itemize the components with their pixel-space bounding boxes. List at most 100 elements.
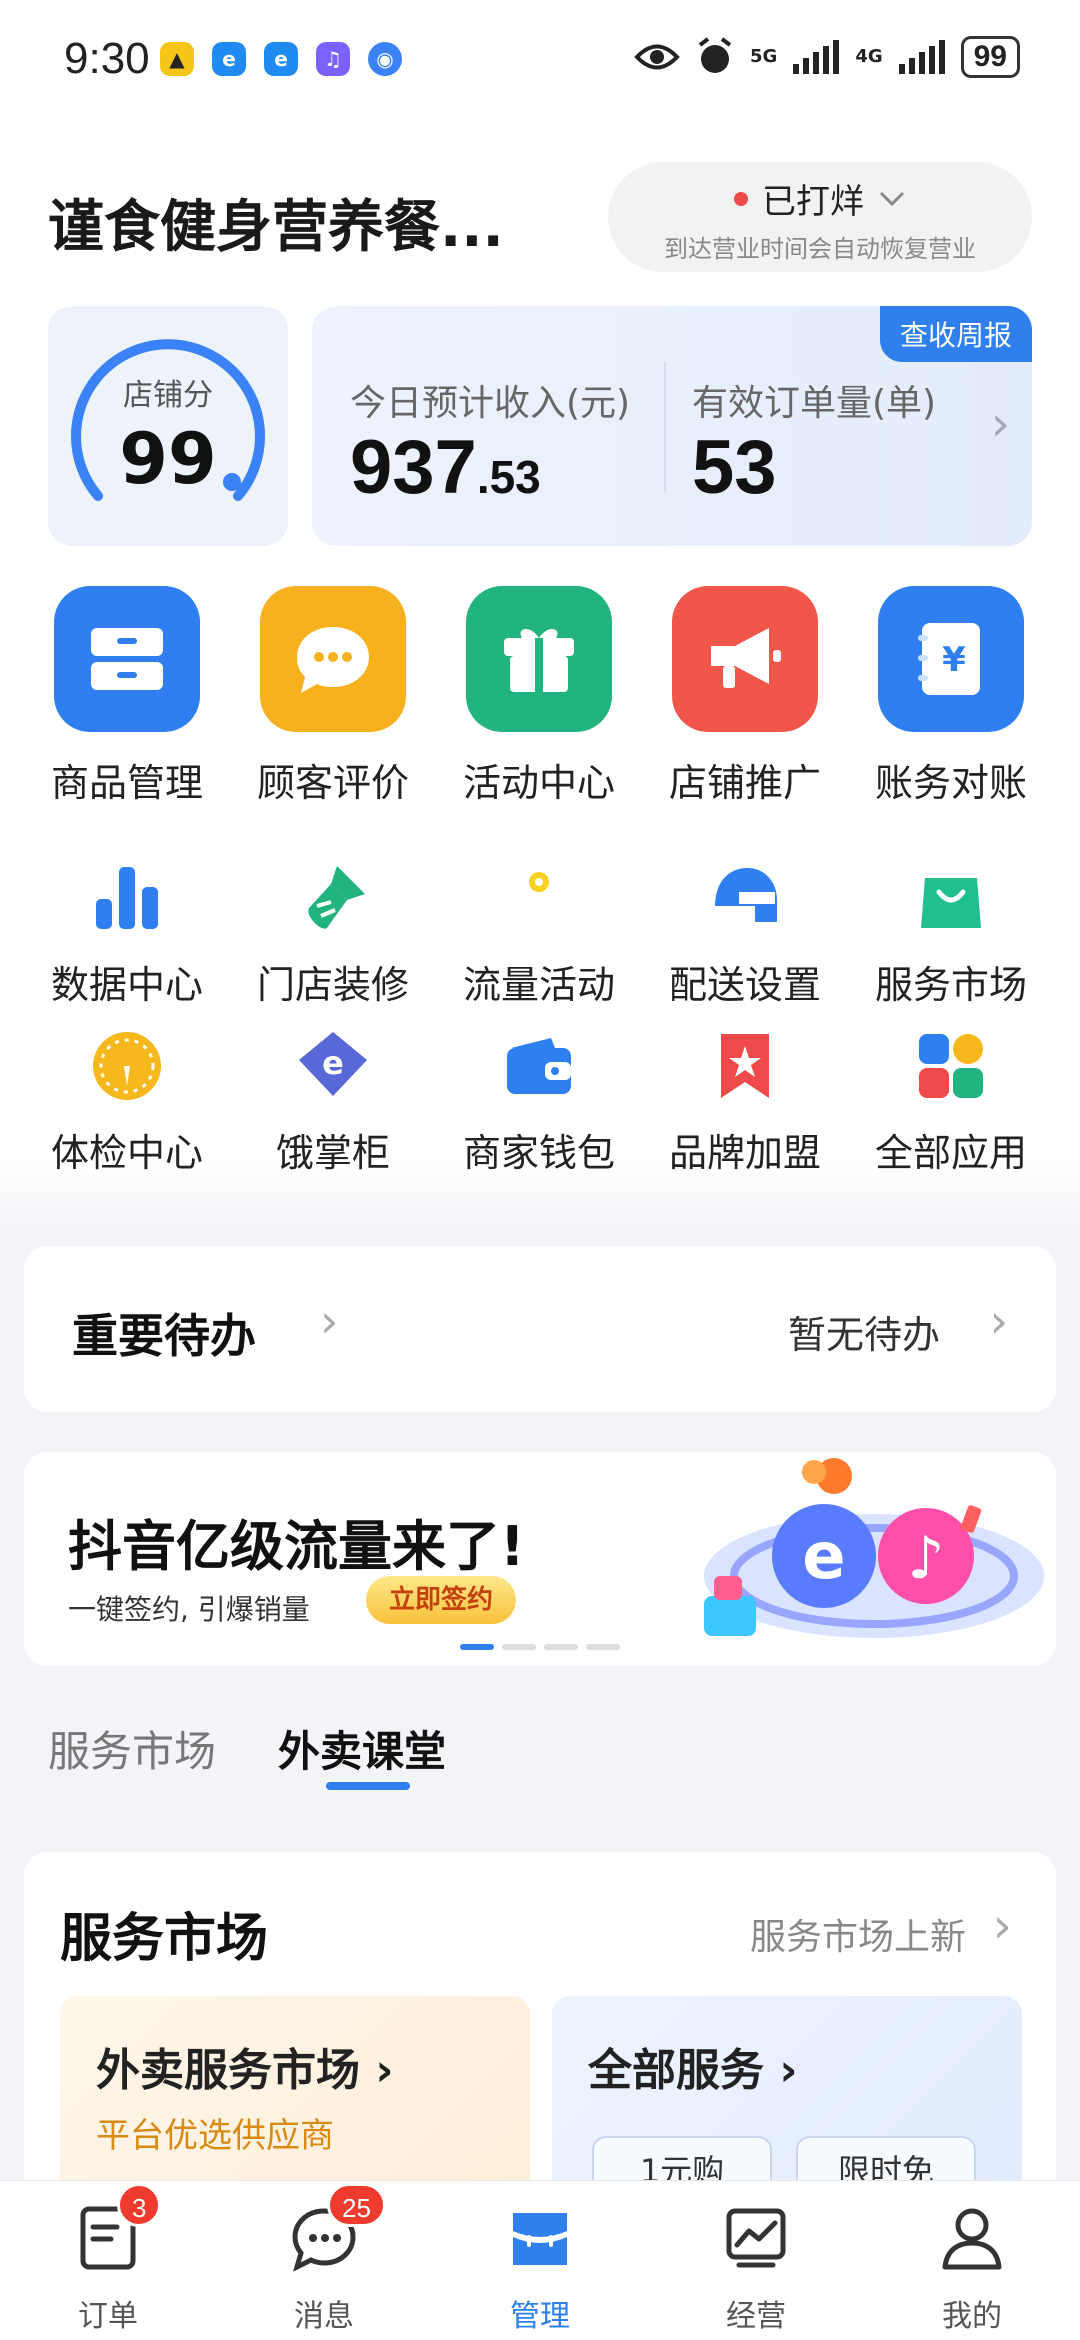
store-status-pill[interactable]: 已打烊 到达营业时间会自动恢复营业 (608, 162, 1032, 272)
user-profile-icon (937, 2203, 1007, 2273)
ledger-yuan-icon: ¥ (878, 586, 1024, 732)
gauge-icon (87, 1026, 167, 1106)
tool-activity-center[interactable]: 活动中心 (436, 586, 642, 807)
orders-badge: 3 (117, 2183, 162, 2227)
nav-orders[interactable]: 3 订单 (38, 2183, 178, 2335)
network-5g-label: 5G (750, 46, 778, 67)
nav-label: 经营 (726, 2299, 786, 2334)
income-summary-card[interactable]: 查收周报 今日预计收入(元) 937.53 有效订单量(单) 53 › (312, 306, 1032, 546)
nav-label: 管理 (510, 2299, 570, 2334)
nav-manage[interactable]: 管理 (470, 2203, 610, 2335)
nav-label: 订单 (78, 2299, 138, 2334)
chevron-down-icon (879, 191, 905, 206)
chevron-right-icon: › (779, 2045, 798, 2096)
tool-label: 服务市场 (874, 963, 1027, 1007)
status-time: 9:30 (64, 34, 150, 83)
takeout-service-market-desc: 平台优选供应商 (96, 2116, 334, 2156)
globe-app-icon: ◉ (368, 42, 402, 76)
sign-now-button[interactable]: 立即签约 (366, 1576, 516, 1624)
banner-dot-active (460, 1644, 494, 1650)
banner-title: 抖音亿级流量来了! (68, 1515, 525, 1578)
orders-value: 53 (692, 425, 777, 510)
eleme-app-icon: e (212, 42, 246, 76)
active-tab-indicator (326, 1782, 410, 1790)
takeout-service-market-title: 外卖服务市场 › (96, 2034, 393, 2098)
orders-label: 有效订单量(单) (692, 383, 937, 424)
store-status-hint: 到达营业时间会自动恢复营业 (664, 235, 976, 263)
tool-label: 账务对账 (874, 761, 1027, 805)
gift-icon (466, 586, 612, 732)
bee-app-icon: ▲ (160, 42, 194, 76)
alarm-icon (698, 37, 732, 73)
trend-chart-icon (721, 2203, 791, 2273)
chevron-right-icon: › (992, 1898, 1012, 1954)
all-services-title: 全部服务 › (588, 2034, 797, 2098)
nav-messages[interactable]: 25 消息 (254, 2183, 394, 2335)
income-label: 今日预计收入(元) (350, 383, 631, 424)
nav-operations[interactable]: 经营 (686, 2203, 826, 2335)
tool-delivery-settings[interactable]: 配送设置 (642, 858, 848, 1009)
takeout-service-market-label: 外卖服务市场 (96, 2045, 360, 2096)
signal-icon-2 (898, 40, 945, 74)
important-todo-card[interactable]: 重要待办 › 暂无待办 › (24, 1246, 1056, 1412)
messages-badge: 25 (327, 2183, 386, 2227)
chat-bubble-icon (260, 586, 406, 732)
store-manage-icon (505, 2203, 575, 2273)
signal-icon (793, 40, 840, 74)
nav-mine[interactable]: 我的 (902, 2203, 1042, 2335)
tool-store-decoration[interactable]: 门店装修 (230, 858, 436, 1009)
music-app-icon: ♫ (316, 42, 350, 76)
tool-label: 品牌加盟 (668, 1131, 821, 1175)
tool-label: 数据中心 (50, 963, 203, 1007)
svg-text:e: e (322, 1044, 344, 1082)
stat-divider (664, 362, 666, 492)
tool-traffic-activity[interactable]: 流量活动 (436, 858, 642, 1009)
tab-takeout-class[interactable]: 外卖课堂 (278, 1718, 446, 1779)
promo-banner[interactable]: 抖音亿级流量来了! 一键签约, 引爆销量 立即签约 e ♪ (24, 1452, 1056, 1666)
service-market-title: 服务市场 (60, 1909, 269, 1969)
tool-service-market[interactable]: 服务市场 (848, 858, 1054, 1009)
product-drawer-icon (54, 586, 200, 732)
todo-title: 重要待办 (72, 1309, 256, 1363)
store-status-label: 已打烊 (762, 182, 864, 222)
shopping-bag-icon (911, 858, 991, 938)
network-4g-label: 4G (855, 46, 883, 67)
svg-text:e: e (802, 1520, 845, 1594)
tool-label: 活动中心 (462, 761, 615, 805)
tool-label: 商品管理 (50, 761, 203, 805)
apps-grid-icon (911, 1026, 991, 1106)
tool-brand-franchise[interactable]: 品牌加盟 (642, 1026, 848, 1177)
banner-subtitle: 一键签约, 引爆销量 (68, 1593, 310, 1626)
tool-account-reconciliation[interactable]: ¥ 账务对账 (848, 586, 1054, 807)
tool-data-center[interactable]: 数据中心 (24, 858, 230, 1009)
tool-customer-reviews[interactable]: 顾客评价 (230, 586, 436, 807)
tool-product-management[interactable]: 商品管理 (24, 586, 230, 807)
all-services-label: 全部服务 (588, 2045, 764, 2096)
eye-icon (634, 44, 680, 70)
tool-label: 店铺推广 (668, 761, 821, 805)
store-score-card[interactable]: 店铺分 99 (48, 306, 288, 546)
tool-label: 流量活动 (462, 963, 615, 1007)
shop-name[interactable]: 谨食健身营养餐... (48, 182, 504, 263)
tab-service-market[interactable]: 服务市场 (48, 1718, 216, 1779)
chevron-right-icon: › (375, 2045, 394, 2096)
wallet-icon (499, 1026, 579, 1106)
chevron-right-icon: › (989, 1294, 1008, 1348)
tool-all-apps[interactable]: 全部应用 (848, 1026, 1054, 1177)
tool-merchant-wallet[interactable]: 商家钱包 (436, 1026, 642, 1177)
nav-label: 消息 (294, 2299, 354, 2334)
income-decimal: .53 (476, 451, 541, 503)
store-score-label: 店铺分 (123, 378, 213, 413)
banner-pagination (460, 1644, 620, 1650)
tool-e-manager[interactable]: e 饿掌柜 (230, 1026, 436, 1177)
weekly-report-button[interactable]: 查收周报 (879, 306, 1032, 362)
tool-store-promotion[interactable]: 店铺推广 (642, 586, 848, 807)
megaphone-icon (672, 586, 818, 732)
tool-health-check[interactable]: 体检中心 (24, 1026, 230, 1177)
bar-chart-icon (87, 858, 167, 938)
service-market-new-link[interactable]: 服务市场上新 (750, 1908, 966, 1960)
banner-dot (586, 1644, 620, 1650)
order-sheet-icon: 3 (73, 2183, 162, 2273)
tool-label: 门店装修 (256, 963, 409, 1007)
status-bar: 9:30 ▲ e e ♫ ◉ 5G 4G 99 (0, 0, 1080, 120)
